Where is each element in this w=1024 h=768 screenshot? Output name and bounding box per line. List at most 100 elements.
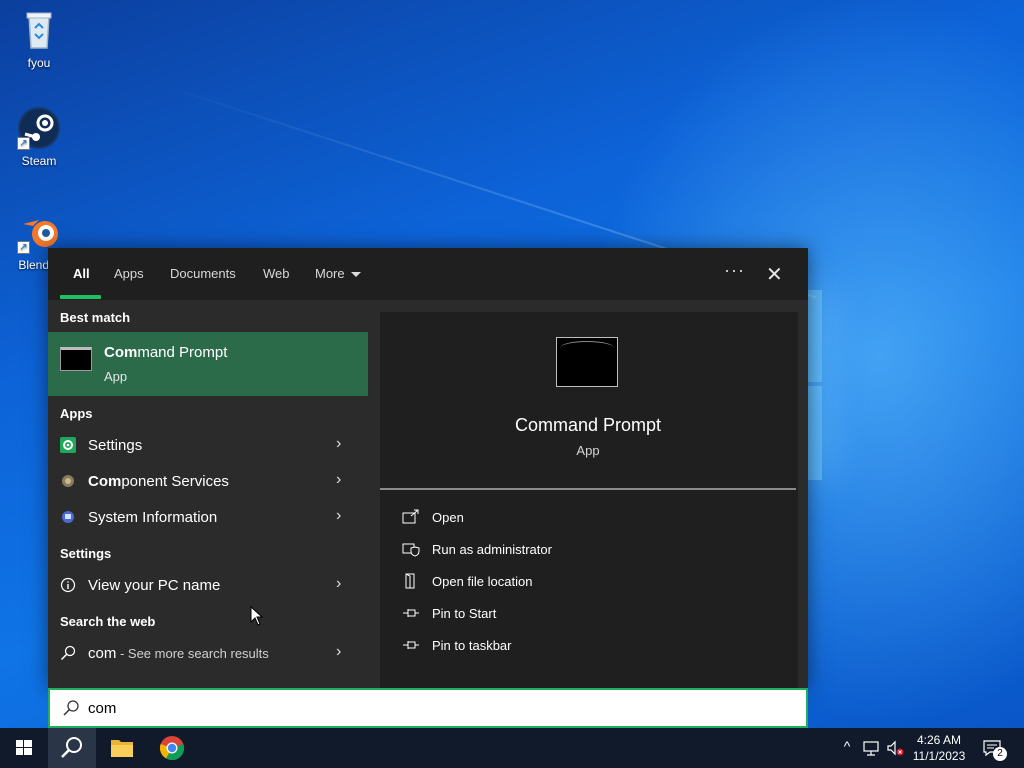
- tab-label: All: [73, 266, 90, 281]
- wallpaper-logo-pane: [808, 386, 822, 480]
- tab-label: Documents: [170, 266, 236, 281]
- match-highlight: Com: [104, 344, 138, 361]
- chevron-right-icon[interactable]: ›: [336, 575, 341, 593]
- desktop-icon-label: fyou: [27, 56, 51, 70]
- icon-glare: [560, 341, 614, 355]
- wallpaper-logo-pane: [808, 290, 822, 382]
- chrome-button[interactable]: [148, 728, 196, 768]
- mouse-cursor-icon: [250, 605, 264, 626]
- result-view-pc-name[interactable]: View your PC name ›: [48, 569, 368, 603]
- results-list: Best match Command Prompt App Apps Setti…: [48, 300, 368, 688]
- result-label: Component Services: [88, 473, 229, 490]
- shortcut-arrow-icon: ↗: [17, 241, 30, 254]
- recycle-bin-icon: [17, 8, 61, 52]
- result-label: Settings: [88, 437, 142, 454]
- action-label: Pin to taskbar: [432, 638, 512, 653]
- steam-icon: ↗: [17, 106, 61, 150]
- web-query: com: [88, 645, 117, 662]
- search-input[interactable]: [88, 697, 788, 719]
- match-rest: System Information: [88, 509, 218, 526]
- result-web-search[interactable]: com - See more search results ›: [48, 637, 368, 671]
- desktop-icon-label: Steam: [21, 154, 57, 168]
- action-label: Pin to Start: [432, 606, 497, 621]
- file-explorer-button[interactable]: [98, 728, 146, 768]
- folder-icon: [111, 740, 133, 757]
- command-prompt-icon: [556, 337, 618, 387]
- system-information-icon: [60, 509, 76, 525]
- action-pin-to-taskbar[interactable]: Pin to taskbar: [402, 634, 782, 660]
- windows-logo-icon: [16, 740, 32, 755]
- network-icon[interactable]: [861, 738, 881, 758]
- tab-documents[interactable]: Documents: [170, 266, 236, 281]
- match-rest: ponent Services: [121, 473, 229, 490]
- chevron-right-icon[interactable]: ›: [336, 471, 341, 489]
- result-label: View your PC name: [88, 577, 221, 594]
- action-pin-to-start[interactable]: Pin to Start: [402, 602, 782, 628]
- shield-icon: [402, 541, 420, 557]
- best-match-result[interactable]: Command Prompt App: [48, 332, 368, 396]
- desktop-icon-steam[interactable]: ↗ Steam: [4, 106, 74, 168]
- section-search-the-web: Search the web: [60, 614, 156, 629]
- taskbar-clock[interactable]: 4:26 AM 11/1/2023: [906, 732, 972, 764]
- best-match-subtitle: App: [104, 369, 128, 384]
- clock-date: 11/1/2023: [912, 749, 966, 763]
- action-open-file-location[interactable]: Open file location: [402, 570, 782, 596]
- chevron-up-icon[interactable]: ^: [837, 738, 857, 758]
- command-prompt-icon: [60, 347, 92, 371]
- action-label: Open: [432, 510, 464, 525]
- caret-down-icon: [350, 272, 361, 278]
- ellipsis-icon[interactable]: ···: [724, 260, 745, 281]
- chevron-right-icon[interactable]: ›: [336, 507, 341, 525]
- pin-icon: [402, 637, 420, 653]
- chrome-icon: [159, 736, 185, 761]
- match-rest: Settings: [88, 437, 143, 454]
- component-services-icon: [60, 473, 76, 489]
- taskbar: ^ 4:26 AM 11/1/2023 2: [0, 728, 1024, 768]
- section-best-match: Best match: [60, 310, 131, 325]
- start-button[interactable]: [0, 728, 48, 768]
- preview-divider: [380, 488, 796, 490]
- active-tab-indicator: [60, 295, 101, 299]
- open-icon: [402, 509, 420, 525]
- close-icon[interactable]: ✕: [766, 262, 783, 287]
- preview-subtitle: App: [576, 443, 600, 458]
- action-label: Run as administrator: [432, 542, 552, 557]
- search-icon: [61, 737, 82, 758]
- tab-label: More: [315, 266, 345, 281]
- desktop-icon-recycle-bin[interactable]: fyou: [4, 8, 74, 70]
- tab-label: Web: [263, 266, 290, 281]
- preview-title: Command Prompt: [514, 415, 662, 435]
- action-label: Open file location: [432, 574, 533, 589]
- action-open[interactable]: Open: [402, 506, 782, 532]
- result-system-information[interactable]: System Information ›: [48, 501, 368, 535]
- tab-all[interactable]: All: [73, 266, 90, 281]
- action-run-as-administrator[interactable]: Run as administrator: [402, 538, 782, 564]
- volume-muted-icon[interactable]: [885, 738, 905, 758]
- chevron-right-icon[interactable]: ›: [336, 435, 341, 453]
- result-component-services[interactable]: Component Services ›: [48, 465, 368, 499]
- search-tabs-bar: All Apps Documents Web More ··· ✕: [48, 248, 808, 300]
- taskbar-search-box: [48, 688, 808, 728]
- settings-gear-icon: [60, 437, 76, 453]
- info-icon: [60, 577, 76, 593]
- shortcut-arrow-icon: ↗: [17, 137, 30, 150]
- match-highlight: Com: [88, 473, 122, 490]
- tab-apps[interactable]: Apps: [114, 266, 144, 281]
- section-apps: Apps: [60, 406, 93, 421]
- tab-web[interactable]: Web: [263, 266, 290, 281]
- search-panel: All Apps Documents Web More ··· ✕ Best m…: [48, 248, 808, 688]
- result-settings[interactable]: Settings ›: [48, 429, 368, 463]
- search-icon: [62, 699, 80, 717]
- result-label: System Information: [88, 509, 217, 526]
- search-icon: [60, 645, 76, 661]
- pin-icon: [402, 605, 420, 621]
- result-label: com - See more search results: [88, 645, 269, 662]
- web-see-more: - See more search results: [116, 646, 269, 661]
- tab-more[interactable]: More: [315, 266, 361, 281]
- match-rest: mand Prompt: [137, 344, 228, 361]
- clock-time: 4:26 AM: [916, 733, 962, 747]
- notification-badge: 2: [993, 747, 1007, 761]
- section-settings: Settings: [60, 546, 112, 561]
- search-button[interactable]: [48, 728, 96, 768]
- chevron-right-icon[interactable]: ›: [336, 643, 341, 661]
